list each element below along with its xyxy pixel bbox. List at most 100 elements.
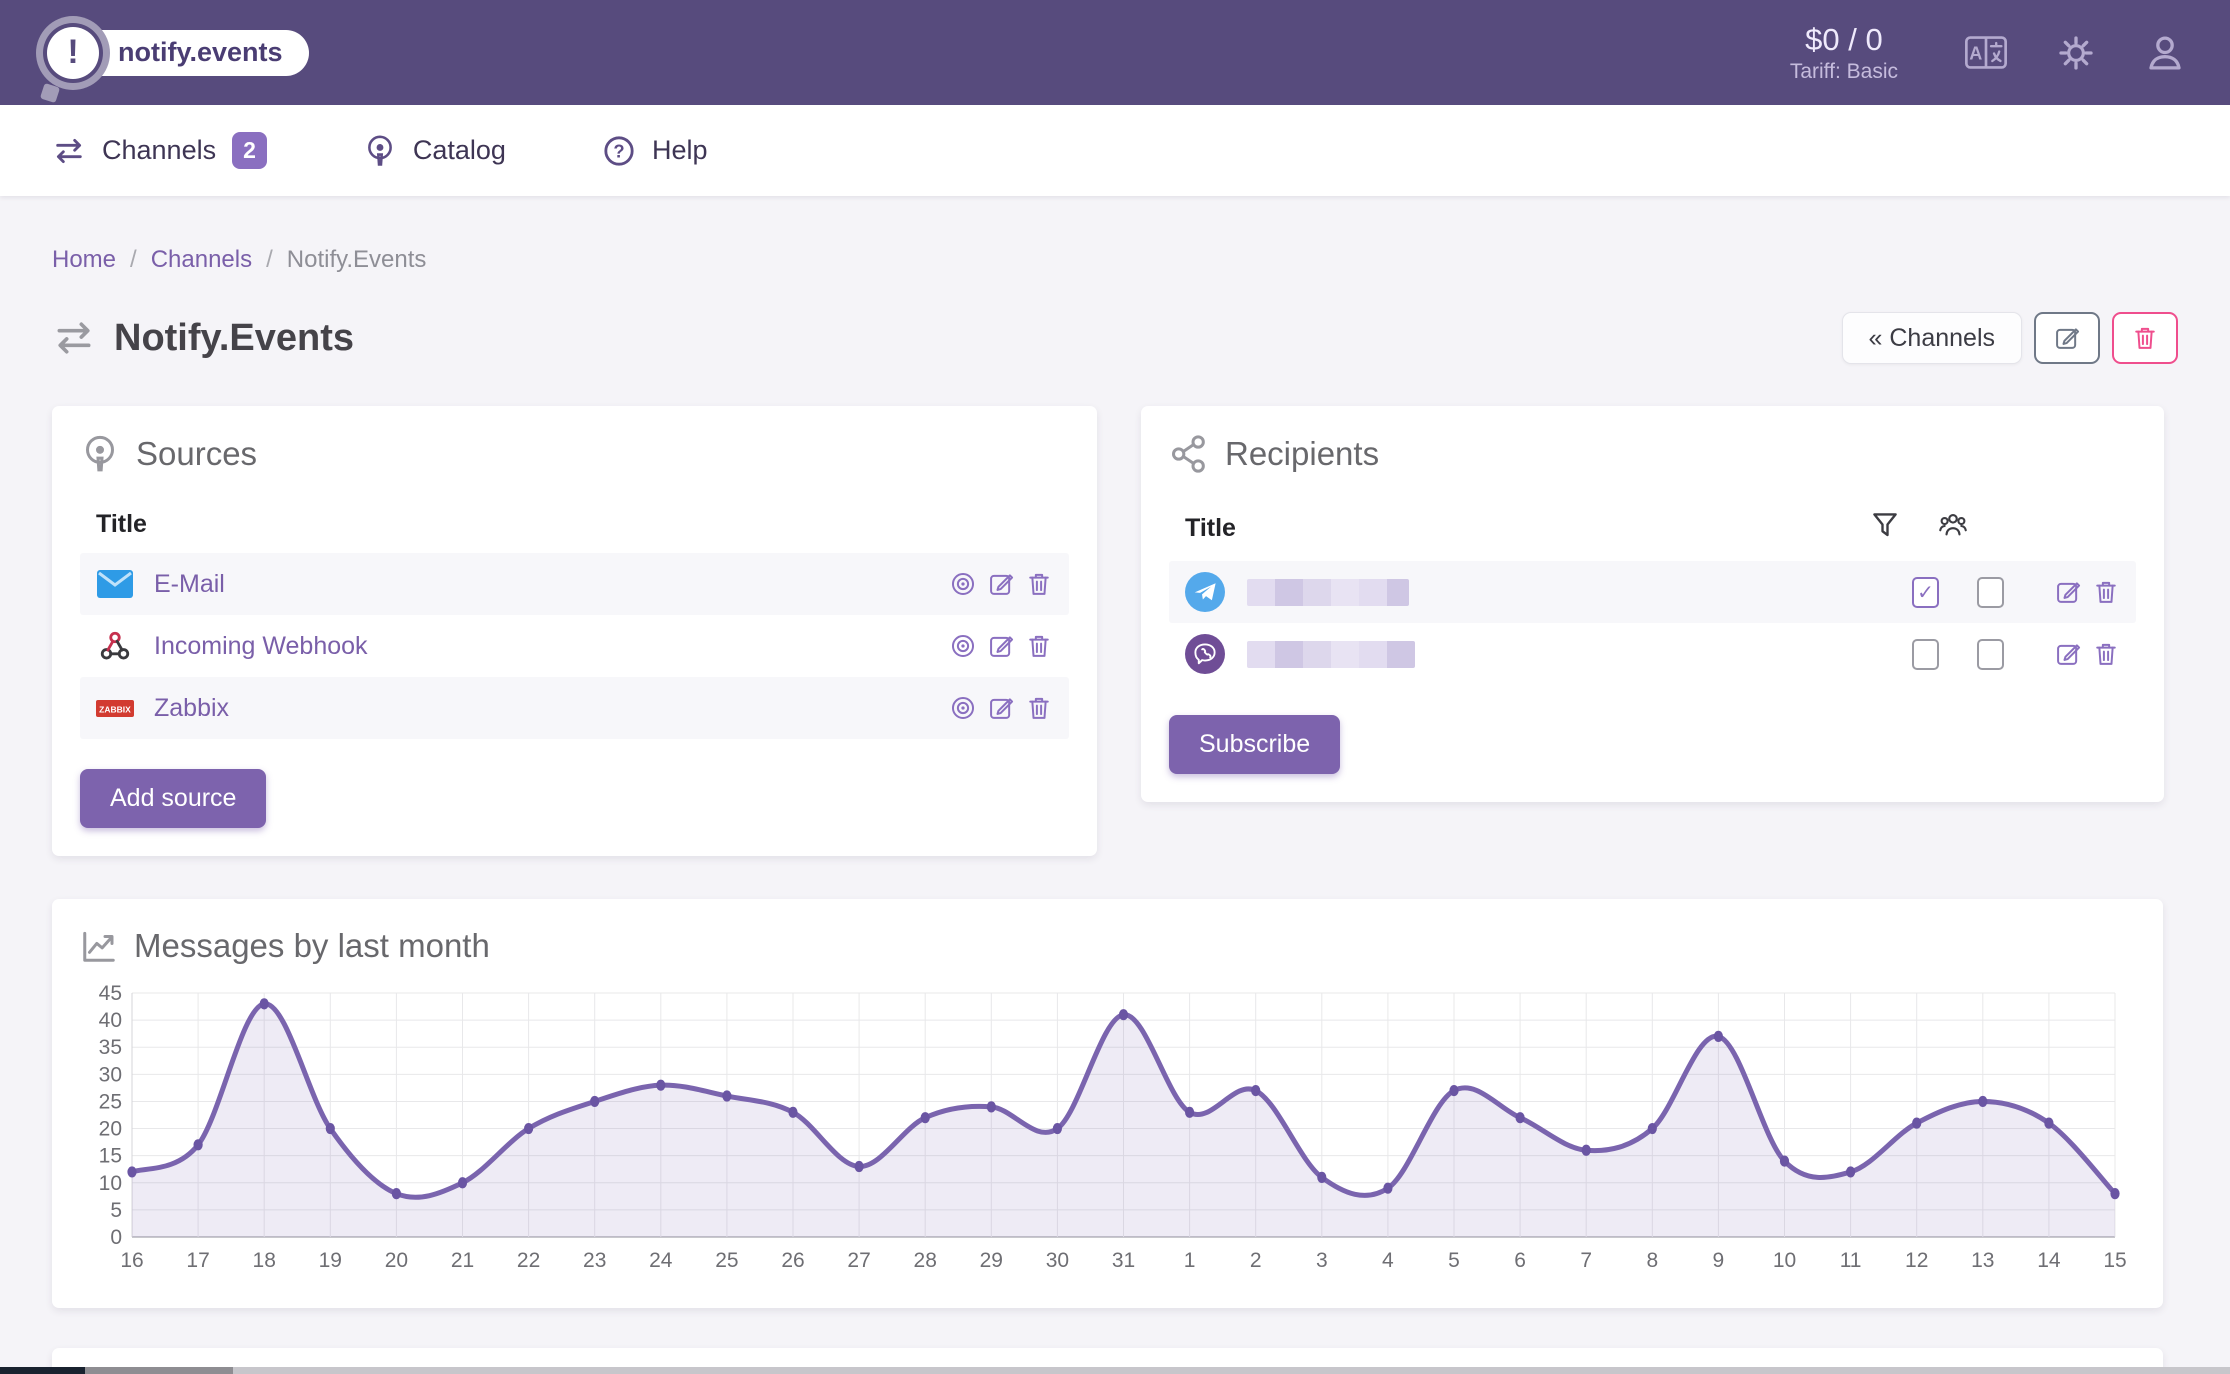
source-row-zabbix: ZABBIX Zabbix — [80, 677, 1069, 739]
channels-count-badge: 2 — [232, 132, 267, 169]
svg-text:8: 8 — [1646, 1249, 1658, 1272]
edit-icon — [987, 570, 1015, 598]
delete-recipient-button[interactable] — [2092, 640, 2120, 668]
recipient-row: ✓ ✓ — [1169, 561, 2136, 623]
scroll-thumb-dark — [0, 1367, 85, 1374]
bottom-scroll-strip[interactable] — [0, 1367, 2230, 1374]
svg-text:23: 23 — [583, 1249, 606, 1272]
svg-text:15: 15 — [99, 1145, 122, 1168]
cards-row: Sources Title E-Mail Inc — [52, 406, 2178, 856]
sources-card: Sources Title E-Mail Inc — [52, 406, 1097, 856]
svg-text:17: 17 — [186, 1249, 209, 1272]
filter-icon[interactable] — [1870, 510, 1900, 547]
edit-icon — [2054, 578, 2082, 606]
delete-source-button[interactable] — [1025, 570, 1053, 598]
chart-header: Messages by last month — [80, 927, 2135, 965]
logo-mark-circle: ! — [36, 16, 110, 90]
edit-icon — [2053, 324, 2081, 352]
edit-recipient-button[interactable] — [2054, 640, 2082, 668]
page-root: ! notify.events $0 / 0 Tariff: Basic Cha… — [0, 0, 2230, 1374]
breadcrumb-current: Notify.Events — [287, 246, 427, 274]
delete-source-button[interactable] — [1025, 632, 1053, 660]
trash-icon — [2092, 640, 2120, 668]
add-source-button[interactable]: Add source — [80, 769, 266, 828]
trash-icon — [2092, 578, 2120, 606]
svg-text:25: 25 — [99, 1090, 122, 1113]
trash-icon — [1025, 632, 1053, 660]
svg-text:25: 25 — [715, 1249, 738, 1272]
view-source-button[interactable] — [949, 632, 977, 660]
telegram-icon — [1185, 572, 1225, 612]
trash-icon — [2131, 324, 2159, 352]
edit-source-button[interactable] — [987, 694, 1015, 722]
edit-icon — [987, 694, 1015, 722]
zabbix-icon: ZABBIX — [96, 700, 134, 717]
breadcrumb-separator: / — [266, 246, 273, 274]
nav-catalog[interactable]: Catalog — [363, 134, 506, 168]
svg-text:0: 0 — [110, 1226, 122, 1249]
source-row-email: E-Mail — [80, 553, 1069, 615]
svg-text:15: 15 — [2103, 1249, 2126, 1272]
delete-channel-button[interactable] — [2112, 312, 2178, 364]
svg-text:13: 13 — [1971, 1249, 1994, 1272]
edit-recipient-button[interactable] — [2054, 578, 2082, 606]
settings-gear-icon[interactable] — [2056, 33, 2096, 73]
source-link[interactable]: E-Mail — [154, 570, 225, 599]
edit-source-button[interactable] — [987, 570, 1015, 598]
language-icon[interactable] — [1964, 35, 2008, 70]
svg-text:16: 16 — [120, 1249, 143, 1272]
subscribe-checkbox[interactable]: ✓ — [1977, 577, 2004, 608]
svg-text:18: 18 — [253, 1249, 276, 1272]
nav-channels[interactable]: Channels 2 — [52, 132, 267, 169]
delete-recipient-button[interactable] — [2092, 578, 2120, 606]
nav-catalog-label: Catalog — [413, 135, 506, 166]
view-source-button[interactable] — [949, 694, 977, 722]
svg-text:20: 20 — [385, 1249, 408, 1272]
svg-text:20: 20 — [99, 1118, 122, 1141]
filter-checkbox[interactable]: ✓ — [1912, 577, 1939, 608]
nav-help[interactable]: Help — [602, 134, 708, 168]
nav-help-label: Help — [652, 135, 708, 166]
sources-podcast-icon — [80, 434, 120, 474]
edit-channel-button[interactable] — [2034, 312, 2100, 364]
user-profile-icon[interactable] — [2144, 32, 2186, 74]
group-users-icon[interactable] — [1936, 510, 1970, 547]
breadcrumb-home[interactable]: Home — [52, 246, 116, 274]
source-link[interactable]: Zabbix — [154, 694, 229, 723]
svg-text:30: 30 — [1046, 1249, 1069, 1272]
exchange-icon — [52, 134, 86, 168]
svg-text:22: 22 — [517, 1249, 540, 1272]
subscribe-button[interactable]: Subscribe — [1169, 715, 1340, 774]
delete-source-button[interactable] — [1025, 694, 1053, 722]
recipients-col-header: Title — [1169, 502, 2136, 561]
chart-title: Messages by last month — [134, 927, 490, 965]
back-to-channels-button[interactable]: « Channels — [1842, 312, 2022, 364]
balance-block[interactable]: $0 / 0 Tariff: Basic — [1790, 22, 1898, 84]
svg-text:ZABBIX: ZABBIX — [99, 704, 131, 714]
logo-text: notify.events — [100, 30, 309, 76]
svg-text:4: 4 — [1382, 1249, 1394, 1272]
edit-source-button[interactable] — [987, 632, 1015, 660]
recipient-name-redacted — [1247, 579, 1409, 606]
view-source-button[interactable] — [949, 570, 977, 598]
svg-text:6: 6 — [1514, 1249, 1526, 1272]
svg-text:11: 11 — [1840, 1249, 1862, 1272]
app-logo[interactable]: ! notify.events — [36, 7, 309, 99]
svg-text:31: 31 — [1112, 1249, 1135, 1272]
filter-checkbox[interactable]: ✓ — [1912, 639, 1939, 670]
webhook-icon — [96, 629, 134, 663]
svg-text:21: 21 — [451, 1249, 474, 1272]
source-link[interactable]: Incoming Webhook — [154, 632, 368, 661]
header-right: $0 / 0 Tariff: Basic — [1790, 22, 2186, 84]
email-icon — [96, 570, 134, 598]
messages-line-chart: 0510152025303540451617181920212223242526… — [80, 979, 2135, 1275]
top-header: ! notify.events $0 / 0 Tariff: Basic — [0, 0, 2230, 105]
subscribe-checkbox[interactable]: ✓ — [1977, 639, 2004, 670]
tariff-label: Tariff: Basic — [1790, 60, 1898, 84]
breadcrumb-channels[interactable]: Channels — [151, 246, 252, 274]
catalog-podcast-icon — [363, 134, 397, 168]
breadcrumb: Home / Channels / Notify.Events — [52, 246, 2178, 274]
title-row: Notify.Events « Channels — [52, 312, 2178, 364]
recipients-card: Recipients Title ✓ ✓ — [1141, 406, 2164, 802]
svg-text:9: 9 — [1713, 1249, 1725, 1272]
